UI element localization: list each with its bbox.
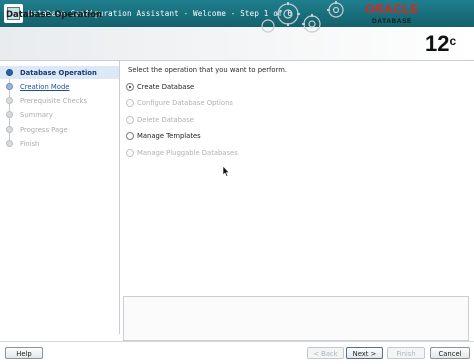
version-suffix: c: [449, 34, 457, 48]
radio-selected-icon[interactable]: [126, 83, 134, 91]
step-label: Prerequisite Checks: [20, 97, 88, 105]
details-panel: [123, 296, 469, 341]
help-button[interactable]: Help: [5, 347, 43, 359]
step-pending-icon: [6, 83, 13, 90]
step-active-icon: [6, 69, 13, 76]
step-pending-icon: [6, 126, 13, 133]
option-label: Delete Database: [137, 116, 194, 124]
step-summary: Summary: [0, 108, 119, 121]
step-label: Summary: [20, 111, 53, 119]
step-pending-icon: [6, 140, 13, 147]
next-button[interactable]: Next >: [346, 347, 383, 359]
step-creation-mode[interactable]: Creation Mode: [0, 80, 119, 93]
option-label: Configure Database Options: [137, 99, 233, 107]
page-header: [0, 27, 474, 61]
oracle-logo: ORACLE DATABASE: [362, 3, 422, 29]
step-label: Finish: [20, 140, 40, 148]
radio-icon[interactable]: [126, 132, 134, 140]
back-button: < Back: [307, 347, 344, 359]
gears-decoration-icon: [261, 1, 344, 33]
instruction-text: Select the operation that you want to pe…: [128, 66, 287, 74]
oracle-version: 12c: [425, 27, 456, 60]
step-label: Database Operation: [20, 69, 97, 77]
finish-button: Finish: [387, 347, 425, 359]
page-title: Database Operation: [6, 10, 103, 20]
radio-icon: [126, 99, 134, 107]
mouse-pointer-icon: [222, 166, 230, 177]
step-pending-icon: [6, 97, 13, 104]
step-finish: Finish: [0, 137, 119, 150]
step-prerequisite-checks: Prerequisite Checks: [0, 94, 119, 107]
step-label: Progress Page: [20, 126, 68, 134]
step-progress-page: Progress Page: [0, 123, 119, 136]
radio-icon: [126, 116, 134, 124]
radio-icon: [126, 149, 134, 157]
option-label: Manage Pluggable Databases: [137, 149, 238, 157]
oracle-brand-text: ORACLE: [365, 2, 419, 16]
step-label: Creation Mode: [20, 83, 70, 91]
cancel-button[interactable]: Cancel: [430, 347, 470, 359]
option-label: Manage Templates: [137, 132, 201, 140]
step-pending-icon: [6, 111, 13, 118]
version-number: 12: [425, 31, 450, 56]
option-label: Create Database: [137, 83, 195, 91]
step-database-operation[interactable]: Database Operation: [0, 66, 119, 79]
oracle-database-text: DATABASE: [372, 18, 412, 25]
